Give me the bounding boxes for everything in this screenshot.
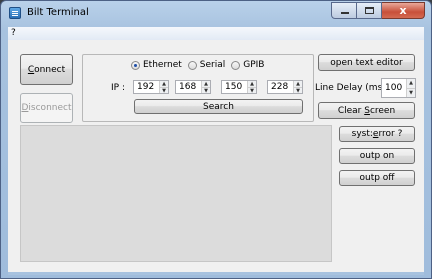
- ip-octet-3-value: 150: [225, 82, 243, 92]
- radio-gpib[interactable]: GPIB: [231, 60, 264, 70]
- clear-screen-button[interactable]: Clear Screen: [318, 102, 415, 119]
- spin-up-icon[interactable]: ▲: [407, 79, 415, 88]
- connect-button[interactable]: Connect: [20, 54, 73, 85]
- ip-octet-3-spinbox[interactable]: 150 ▲ ▼: [221, 80, 257, 94]
- radio-label-gpib: GPIB: [243, 60, 265, 70]
- outp-on-label: outp on: [359, 151, 395, 161]
- menu-help[interactable]: ?: [11, 27, 16, 40]
- main-window: Bilt Terminal x ? Connect Disconnect Eth…: [0, 0, 432, 279]
- client-area: Connect Disconnect Ethernet Serial GPIB: [8, 40, 424, 272]
- ip-octet-1-arrows: ▲ ▼: [159, 81, 168, 94]
- outp-off-button[interactable]: outp off: [339, 170, 415, 186]
- connect-label: Connect: [27, 64, 66, 75]
- open-text-editor-label: open text editor: [330, 57, 403, 68]
- minimize-button[interactable]: [331, 2, 357, 19]
- ip-octet-1-spinbox[interactable]: 192 ▲ ▼: [133, 80, 169, 94]
- ip-octet-2-value: 168: [179, 82, 197, 92]
- line-delay-arrows: ▲ ▼: [406, 79, 415, 97]
- spin-down-icon[interactable]: ▼: [202, 87, 210, 94]
- maximize-button[interactable]: [357, 2, 382, 19]
- close-button[interactable]: x: [382, 2, 425, 19]
- radio-label-serial: Serial: [199, 60, 226, 70]
- syst-error-button[interactable]: syst:error ?: [339, 126, 415, 142]
- search-button[interactable]: Search: [134, 99, 303, 114]
- ip-octet-4-arrows: ▲ ▼: [293, 81, 302, 94]
- ip-label: IP :: [111, 83, 125, 93]
- window-title: Bilt Terminal: [27, 7, 89, 18]
- outp-on-button[interactable]: outp on: [339, 148, 415, 164]
- terminal-output[interactable]: [20, 125, 332, 262]
- search-label: Search: [203, 101, 234, 112]
- menu-bar: ?: [8, 27, 424, 40]
- disconnect-button[interactable]: Disconnect: [20, 93, 73, 123]
- radio-serial[interactable]: Serial: [187, 60, 226, 70]
- ip-octet-3-arrows: ▲ ▼: [247, 81, 256, 94]
- radio-label-ethernet: Ethernet: [143, 60, 182, 70]
- line-delay-spinbox[interactable]: 100 ▲ ▼: [381, 78, 416, 98]
- maximize-icon: [365, 7, 374, 14]
- title-bar[interactable]: Bilt Terminal x: [1, 1, 431, 27]
- radio-dot-serial: [187, 60, 197, 70]
- ip-octet-4-spinbox[interactable]: 228 ▲ ▼: [267, 80, 303, 94]
- radio-dot-gpib: [231, 60, 241, 70]
- line-delay-value: 100: [385, 83, 403, 93]
- interface-radio-group: Ethernet Serial GPIB: [131, 60, 264, 70]
- window-frame-bottom: [8, 272, 424, 275]
- open-text-editor-button[interactable]: open text editor: [318, 54, 415, 71]
- outp-off-label: outp off: [359, 173, 395, 183]
- minimize-icon: [341, 12, 349, 14]
- window-controls: x: [331, 2, 425, 20]
- ip-octet-1-value: 192: [137, 82, 155, 92]
- clear-screen-label: Clear Screen: [337, 105, 396, 116]
- spin-down-icon[interactable]: ▼: [160, 87, 168, 94]
- terminal-icon: [9, 7, 21, 19]
- connection-panel: Ethernet Serial GPIB IP : 192 ▲ ▼ 168 ▲ …: [82, 54, 314, 122]
- close-icon: x: [399, 4, 407, 17]
- ip-octet-4-value: 228: [271, 82, 289, 92]
- ip-octet-2-arrows: ▲ ▼: [201, 81, 210, 94]
- spin-down-icon[interactable]: ▼: [248, 87, 256, 94]
- disconnect-label: Disconnect: [21, 103, 72, 113]
- radio-dot-ethernet: [131, 60, 140, 70]
- syst-error-label: syst:error ?: [351, 129, 403, 139]
- spin-down-icon[interactable]: ▼: [407, 88, 415, 97]
- spin-down-icon[interactable]: ▼: [294, 87, 302, 94]
- radio-ethernet[interactable]: Ethernet: [131, 60, 182, 70]
- ip-octet-2-spinbox[interactable]: 168 ▲ ▼: [175, 80, 211, 94]
